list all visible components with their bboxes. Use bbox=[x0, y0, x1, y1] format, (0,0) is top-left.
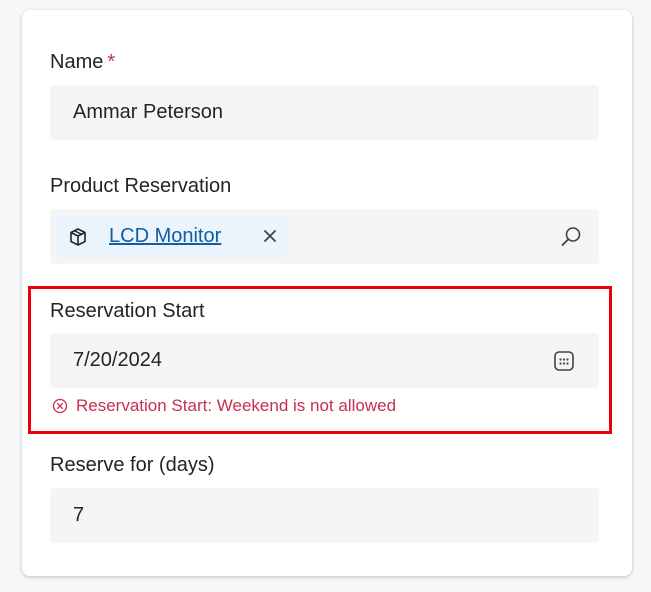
name-label: Name * bbox=[50, 50, 115, 74]
validation-error-message: Reservation Start: Weekend is not allowe… bbox=[52, 395, 396, 417]
close-icon[interactable] bbox=[260, 226, 280, 246]
validation-error-text: Reservation Start: Weekend is not allowe… bbox=[76, 396, 397, 415]
reservation-start-field[interactable]: 7/20/2024 bbox=[50, 333, 599, 388]
product-tag-link[interactable]: LCD Monitor bbox=[109, 224, 221, 248]
reserve-for-field[interactable]: 7 bbox=[50, 488, 599, 543]
reservation-start-value: 7/20/2024 bbox=[73, 349, 162, 371]
box-icon bbox=[70, 228, 86, 246]
required-marker: * bbox=[107, 51, 116, 73]
reserve-for-value: 7 bbox=[73, 504, 85, 526]
name-label-text: Name bbox=[50, 51, 104, 73]
search-icon[interactable] bbox=[559, 225, 583, 249]
name-value: Ammar Peterson bbox=[73, 101, 224, 123]
product-tag[interactable]: LCD Monitor bbox=[56, 215, 288, 258]
reserve-for-label: Reserve for (days) bbox=[50, 454, 215, 476]
reservation-start-label: Reservation Start bbox=[50, 300, 205, 322]
error-circle-icon bbox=[52, 398, 68, 414]
product-reservation-label: Product Reservation bbox=[50, 175, 232, 197]
calendar-icon[interactable] bbox=[553, 350, 575, 372]
name-field[interactable]: Ammar Peterson bbox=[50, 85, 599, 140]
product-reservation-field[interactable]: LCD Monitor bbox=[50, 209, 599, 264]
